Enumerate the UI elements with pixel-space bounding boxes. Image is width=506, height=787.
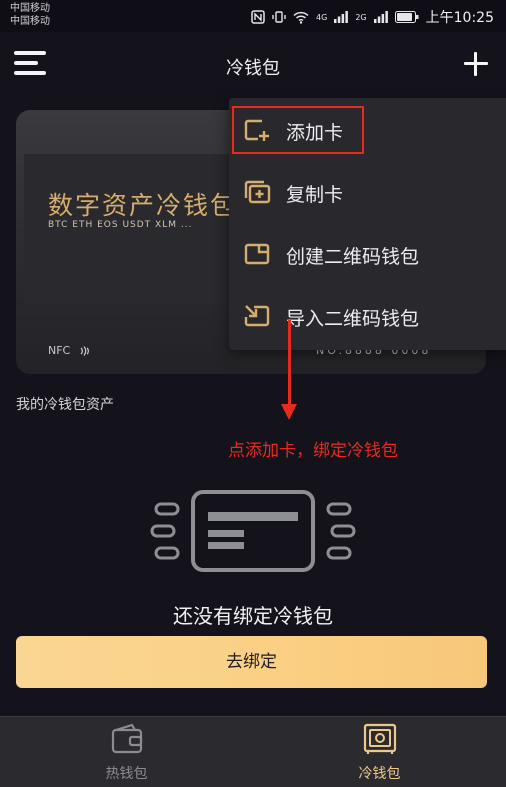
nav-bar: 冷钱包: [0, 32, 506, 98]
empty-card-illustration: [150, 490, 356, 572]
menu-item-label: 复制卡: [286, 184, 344, 206]
hot-wallet-icon: [111, 723, 142, 754]
tab-label: 热钱包: [105, 766, 148, 782]
signal-icon-1: [334, 11, 349, 23]
card-nfc: NFC: [48, 344, 92, 357]
import-qr-wallet-icon: [244, 305, 270, 327]
card-coins: BTC ETH EOS USDT XLM ...: [48, 220, 193, 230]
cold-wallet-icon: [363, 723, 396, 754]
battery-icon: [394, 11, 419, 23]
status-bar: 中国移动 中国移动 4G 2G 上午10:25: [0, 0, 506, 32]
menu-item-copy-card[interactable]: 复制卡: [229, 162, 506, 222]
page-title: 冷钱包: [226, 58, 280, 79]
vibrate-icon: [272, 11, 286, 23]
wifi-icon: [293, 11, 309, 24]
menu-item-label: 创建二维码钱包: [286, 246, 420, 268]
status-time: 上午10:25: [425, 10, 494, 26]
signal-2-label: 2G: [355, 12, 367, 22]
annotation-arrow: [288, 320, 291, 410]
tab-hot-wallet[interactable]: 热钱包: [0, 717, 253, 787]
card-nfc-label: NFC: [48, 344, 71, 357]
tab-label: 冷钱包: [358, 766, 401, 782]
status-icons: 4G 2G 上午10:25: [251, 7, 494, 27]
plus-icon[interactable]: [464, 52, 488, 76]
assets-label: 我的冷钱包资产: [16, 397, 114, 413]
nfc-wave-icon: [80, 346, 89, 356]
highlight-box: [232, 106, 364, 154]
tab-cold-wallet[interactable]: 冷钱包: [253, 717, 506, 787]
card-title: 数字资产冷钱包: [48, 191, 238, 220]
bind-button[interactable]: 去绑定: [16, 636, 487, 688]
carrier-label-2: 中国移动: [10, 16, 50, 27]
menu-item-import-qr-wallet[interactable]: 导入二维码钱包: [229, 286, 506, 346]
menu-item-create-qr-wallet[interactable]: 创建二维码钱包: [229, 224, 506, 284]
create-qr-wallet-icon: [244, 243, 270, 265]
signal-1-label: 4G: [316, 12, 328, 22]
carrier-label-1: 中国移动: [10, 3, 50, 14]
nfc-status-icon: [251, 10, 265, 24]
copy-card-icon: [244, 180, 271, 204]
tab-bar: 热钱包 冷钱包: [0, 716, 506, 787]
signal-icon-2: [373, 11, 388, 23]
menu-item-label: 导入二维码钱包: [286, 308, 420, 330]
annotation-arrow-head: [281, 404, 297, 420]
annotation-text: 点添加卡，绑定冷钱包: [228, 441, 398, 461]
add-menu-dropdown: 添加卡 复制卡 创建二维码钱包 导入二维码钱包: [229, 98, 506, 350]
empty-state-text: 还没有绑定冷钱包: [173, 604, 333, 628]
